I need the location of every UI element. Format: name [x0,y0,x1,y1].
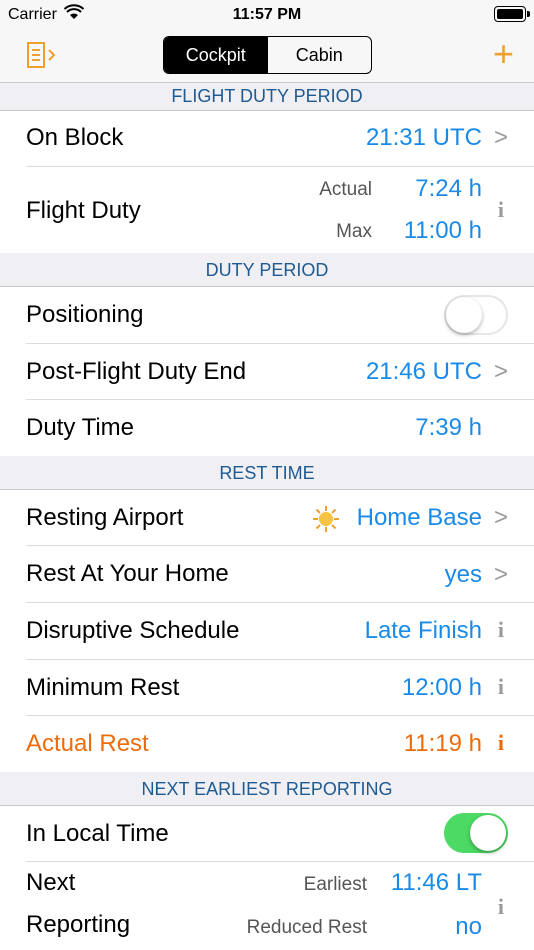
positioning-row: Positioning [0,287,534,344]
duty-time-label: Duty Time [26,414,135,441]
group-duty: Positioning Post-Flight Duty End 21:46 U… [0,287,534,456]
info-icon[interactable]: i [498,617,504,643]
min-rest-value: 12:00 h [401,674,482,701]
disruptive-row: Disruptive Schedule Late Finish i [0,603,534,660]
section-header-fdp: FLIGHT DUTY PERIOD [0,83,534,111]
status-bar: Carrier 11:57 PM [0,0,534,30]
flight-duty-label: Flight Duty [26,197,141,224]
crew-segmented-control: Cockpit Cabin [163,36,372,74]
next-reporting-row: Next Reporting Earliest 11:46 LT Reduced… [0,862,534,950]
chevron-right-icon: > [493,504,508,531]
local-time-row: In Local Time [0,806,534,862]
actual-label: Actual [319,179,372,200]
chevron-right-icon: > [493,358,508,385]
min-rest-label: Minimum Rest [26,674,180,701]
next-reporting-label-line2: Reporting [26,911,131,938]
add-icon[interactable]: + [493,36,514,72]
local-time-label: In Local Time [26,820,169,847]
on-block-value: 21:31 UTC [365,124,482,151]
battery-icon [494,6,530,22]
next-reporting-label-line1: Next [26,869,76,896]
section-header-rest: REST TIME [0,457,534,490]
earliest-label: Earliest [303,874,367,895]
section-header-duty: DUTY PERIOD [0,254,534,287]
segment-cabin[interactable]: Cabin [268,37,372,73]
rest-home-label: Rest At Your Home [26,560,229,587]
actual-rest-value: 11:19 h [403,730,482,757]
positioning-toggle[interactable] [444,295,508,335]
segment-cockpit[interactable]: Cockpit [164,37,268,73]
actual-value: 7:24 h [415,175,482,202]
sun-icon [313,506,339,532]
sidebar-toggle-icon[interactable] [22,40,62,72]
rest-home-value: yes [444,561,482,588]
disruptive-value: Late Finish [364,617,482,644]
group-rest: Resting Airport Home Base > Rest At Your… [0,490,534,772]
post-flight-value: 21:46 UTC [365,358,482,385]
on-block-row[interactable]: On Block 21:31 UTC > [0,111,534,167]
disruptive-label: Disruptive Schedule [26,617,240,644]
clock: 11:57 PM [232,6,302,23]
group-next: In Local Time Next Reporting Earliest 11… [0,806,534,950]
flight-duty-row: Flight Duty Actual 7:24 h Max 11:00 h i [0,167,534,253]
info-icon[interactable]: i [498,730,504,756]
info-icon[interactable]: i [498,197,504,223]
resting-airport-label: Resting Airport [26,504,184,531]
section-header-next: NEXT EARLIEST REPORTING [0,773,534,806]
group-fdp: On Block 21:31 UTC > Flight Duty Actual … [0,111,534,253]
duty-time-row: Duty Time 7:39 h [0,400,534,456]
max-value: 11:00 h [403,217,482,244]
positioning-label: Positioning [26,301,144,328]
reduced-rest-label: Reduced Rest [246,917,367,938]
min-rest-row: Minimum Rest 12:00 h i [0,660,534,716]
earliest-value: 11:46 LT [390,869,482,896]
resting-airport-value: Home Base [356,504,482,531]
nav-bar: Cockpit Cabin + [0,30,534,83]
resting-airport-row[interactable]: Resting Airport Home Base > [0,490,534,546]
post-flight-row[interactable]: Post-Flight Duty End 21:46 UTC > [0,344,534,400]
chevron-right-icon: > [493,561,508,588]
chevron-right-icon: > [493,124,508,151]
info-icon[interactable]: i [498,674,504,700]
rest-home-row[interactable]: Rest At Your Home yes > [0,546,534,603]
on-block-label: On Block [26,124,124,151]
info-icon[interactable]: i [498,894,504,920]
duty-time-value: 7:39 h [415,414,482,441]
post-flight-label: Post-Flight Duty End [26,358,247,385]
actual-rest-label: Actual Rest [26,730,149,757]
max-label: Max [336,221,372,242]
local-time-toggle[interactable] [444,813,508,853]
actual-rest-row: Actual Rest 11:19 h i [0,716,534,772]
reduced-rest-value: no [455,913,482,940]
